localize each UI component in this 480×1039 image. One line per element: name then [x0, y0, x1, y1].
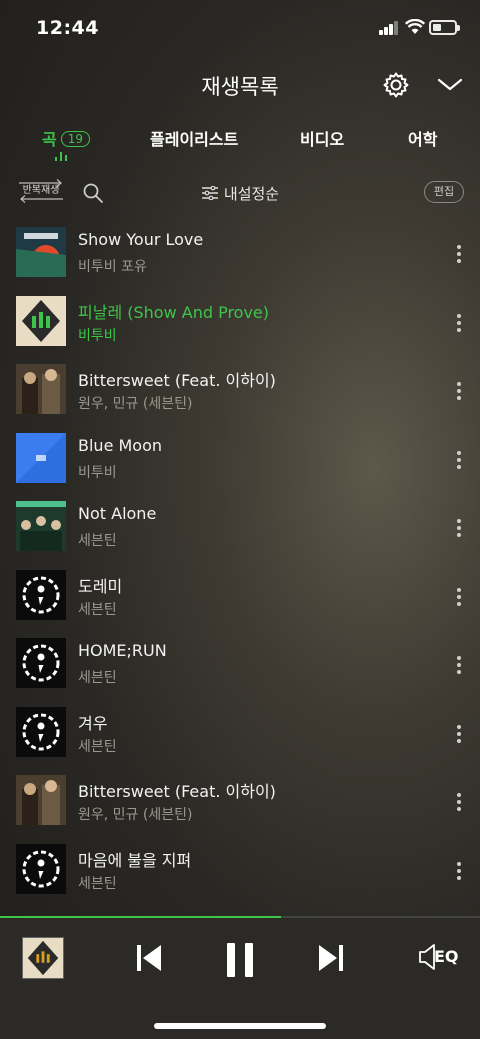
song-row[interactable]: HOME;RUN 세븐틴	[0, 629, 480, 698]
signal-icon	[379, 21, 399, 35]
progress-track[interactable]	[0, 916, 480, 918]
song-artist: 원우, 민규 (세븐틴)	[78, 807, 193, 823]
gear-icon[interactable]	[382, 71, 410, 99]
song-title: 도레미	[78, 576, 123, 596]
now-playing-album-art[interactable]	[22, 937, 64, 979]
tab-songs-count: 19	[60, 131, 91, 147]
tab-videos[interactable]: 비디오	[300, 126, 344, 150]
song-title: 겨우	[78, 713, 108, 733]
album-art	[16, 843, 66, 894]
progress-fill	[0, 916, 281, 918]
song-artist: 세븐틴	[78, 875, 117, 892]
status-bar: 12:44	[0, 0, 480, 56]
tab-songs-label: 곡	[42, 130, 57, 149]
tab-bar: 곡 19 플레이리스트 비디오 어학	[0, 120, 480, 168]
song-row[interactable]: Show Your Love 비투비 포유	[0, 218, 480, 287]
song-artist: 원우, 민규 (세븐틴)	[78, 396, 193, 412]
song-list: Show Your Love 비투비 포유 피날레 (Show And Prov…	[0, 218, 480, 903]
song-row[interactable]: 도레미 세븐틴	[0, 561, 480, 630]
song-row[interactable]: 피날레 (Show And Prove) 비투비	[0, 287, 480, 356]
song-row[interactable]: Bittersweet (Feat. 이하이) 원우, 민규 (세븐틴)	[0, 355, 480, 424]
status-time: 12:44	[36, 17, 99, 39]
eq-button[interactable]: EQ	[418, 942, 460, 972]
album-art	[16, 569, 66, 620]
song-artist: 세븐틴	[78, 738, 117, 755]
tab-playlists[interactable]: 플레이리스트	[150, 126, 238, 150]
pause-icon[interactable]	[224, 940, 256, 978]
song-row[interactable]: 겨우 세븐틴	[0, 698, 480, 767]
battery-icon	[429, 20, 460, 35]
album-art	[16, 295, 66, 346]
more-options-icon[interactable]	[456, 656, 462, 674]
toolbar: 반복재생 내설정순 편집	[0, 172, 480, 212]
song-title: Bittersweet (Feat. 이하이)	[78, 371, 276, 390]
chevron-down-icon[interactable]	[437, 74, 463, 94]
song-artist: 세븐틴	[78, 670, 117, 686]
album-art	[16, 638, 66, 688]
wifi-icon	[405, 19, 425, 34]
song-title: Blue Moon	[78, 435, 163, 455]
edit-button[interactable]: 편집	[424, 181, 464, 203]
song-row[interactable]: Blue Moon 비투비	[0, 424, 480, 493]
song-row[interactable]: 마음에 불을 지펴 세븐틴	[0, 835, 480, 904]
sort-button[interactable]: 내설정순	[0, 183, 480, 204]
song-artist: 세븐틴	[78, 533, 117, 549]
eq-label: EQ	[434, 947, 459, 966]
mini-player: EQ	[0, 916, 480, 1039]
more-options-icon[interactable]	[456, 587, 462, 606]
more-options-icon[interactable]	[456, 245, 462, 263]
song-artist: 비투비	[78, 464, 117, 481]
more-options-icon[interactable]	[456, 519, 462, 537]
album-art	[16, 432, 66, 483]
song-title: HOME;RUN	[78, 641, 167, 660]
tab-language[interactable]: 어학	[408, 126, 437, 150]
more-options-icon[interactable]	[456, 382, 462, 400]
more-options-icon[interactable]	[456, 793, 462, 811]
header: 재생목록	[0, 62, 480, 108]
more-options-icon[interactable]	[456, 313, 462, 332]
song-artist: 세븐틴	[78, 601, 117, 618]
song-title: Bittersweet (Feat. 이하이)	[78, 782, 276, 801]
song-title: 피날레 (Show And Prove)	[78, 302, 270, 322]
album-art	[16, 364, 66, 414]
sort-icon	[201, 186, 218, 200]
song-row[interactable]: Not Alone 세븐틴	[0, 492, 480, 561]
song-title: 마음에 불을 지펴	[78, 850, 192, 870]
next-icon[interactable]	[316, 940, 346, 976]
more-options-icon[interactable]	[456, 861, 462, 880]
song-title: Show Your Love	[78, 230, 204, 249]
song-row[interactable]: Bittersweet (Feat. 이하이) 원우, 민규 (세븐틴)	[0, 766, 480, 835]
album-art	[16, 227, 66, 277]
album-art	[16, 775, 66, 825]
song-artist: 비투비 포유	[78, 259, 147, 275]
tab-songs[interactable]: 곡 19	[42, 126, 91, 150]
song-artist: 비투비	[78, 327, 117, 344]
album-art	[16, 501, 66, 551]
album-art	[16, 706, 66, 757]
more-options-icon[interactable]	[456, 724, 462, 743]
sort-label: 내설정순	[223, 185, 280, 203]
song-title: Not Alone	[78, 504, 157, 523]
home-indicator	[154, 1023, 326, 1029]
more-options-icon[interactable]	[456, 450, 462, 469]
now-playing-eq-icon	[55, 152, 69, 161]
previous-icon[interactable]	[134, 940, 164, 976]
